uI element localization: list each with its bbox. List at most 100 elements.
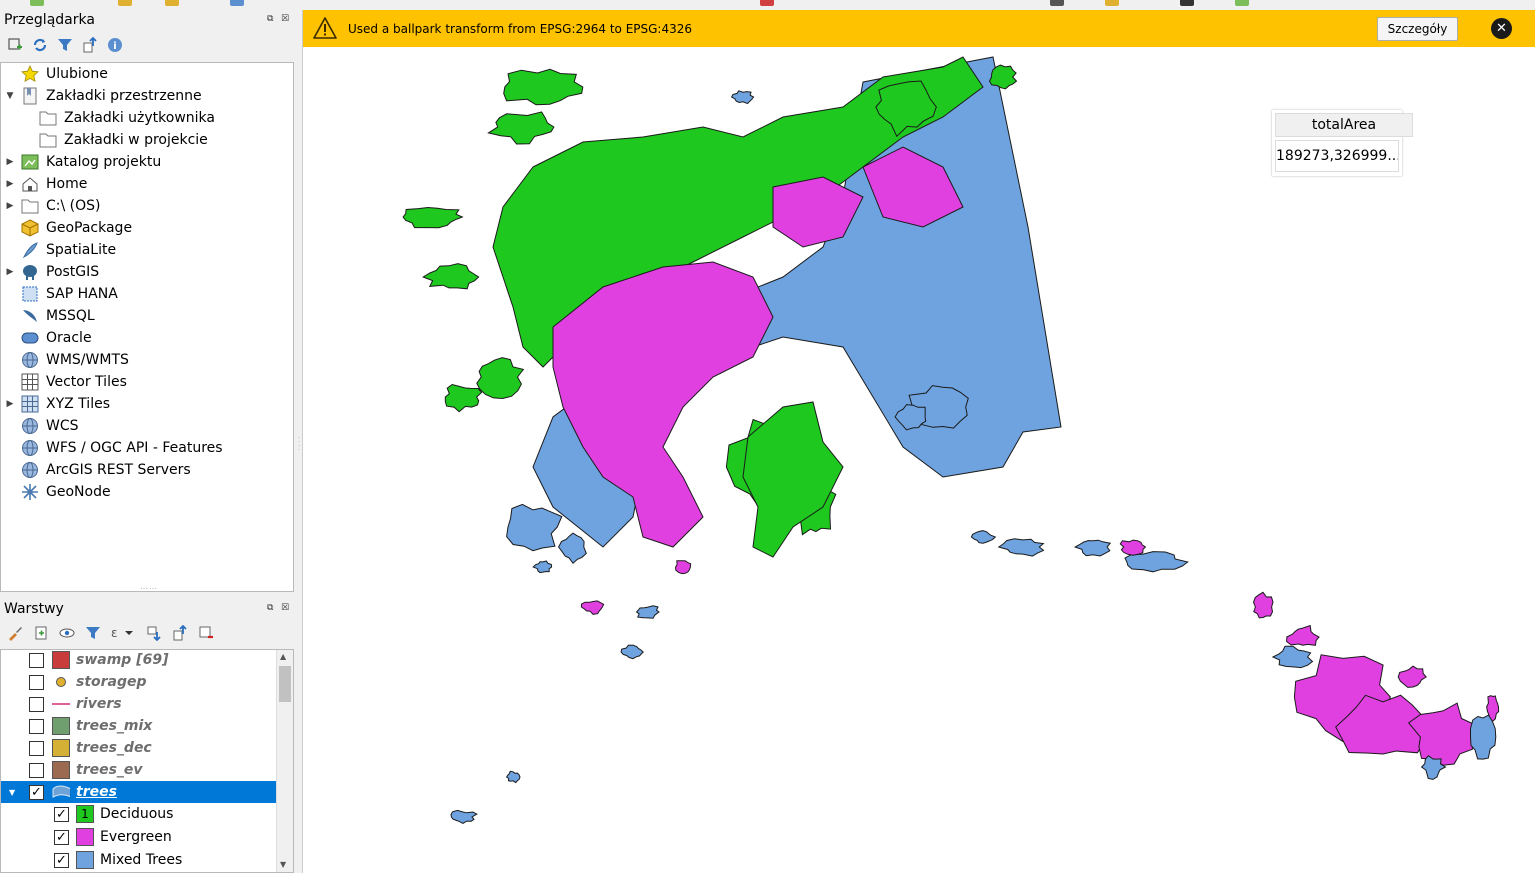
details-button[interactable]: Szczegóły (1377, 17, 1458, 41)
expand-arrow-icon[interactable]: ▶ (5, 179, 15, 189)
evergreen-polygon[interactable] (580, 600, 605, 615)
mixed-trees-polygon[interactable] (730, 90, 755, 105)
browser-item-oracle[interactable]: Oracle (5, 327, 92, 349)
browser-item-wms-wmts[interactable]: WMS/WMTS (5, 349, 129, 371)
layer-item-storagep[interactable]: storagep (1, 671, 277, 693)
toolbar-icon[interactable] (1235, 0, 1249, 6)
mixed-trees-polygon[interactable] (506, 503, 563, 552)
mixed-trees-polygon[interactable] (1470, 714, 1497, 760)
mixed-trees-polygon[interactable] (620, 644, 644, 660)
add-group-icon[interactable] (32, 625, 49, 642)
scrollbar-thumb[interactable] (279, 666, 291, 702)
legend-category-evergreen[interactable]: ✓ Evergreen (1, 826, 277, 848)
close-panel-icon[interactable]: ☒ (281, 603, 289, 613)
close-panel-icon[interactable]: ☒ (281, 14, 289, 24)
browser-item-sap-hana[interactable]: SAP HANA (5, 283, 118, 305)
style-brush-icon[interactable] (6, 625, 23, 642)
toolbar-icon[interactable] (165, 0, 179, 6)
category-visibility-checkbox[interactable]: ✓ (54, 806, 69, 822)
browser-item-wfs-ogc-api-features[interactable]: WFS / OGC API - Features (5, 437, 223, 459)
browser-item-arcgis-rest-servers[interactable]: ArcGIS REST Servers (5, 459, 191, 481)
deciduous-polygon[interactable] (503, 68, 584, 106)
legend-category-deciduous[interactable]: ✓ 1 Deciduous (1, 803, 277, 825)
browser-item-zak-adki-u-ytkownika[interactable]: Zakładki użytkownika (23, 107, 215, 129)
toolbar-icon[interactable] (118, 0, 132, 6)
expand-arrow-icon[interactable]: ▶ (5, 157, 15, 167)
deciduous-polygon[interactable] (402, 206, 464, 229)
attribute-column-header[interactable]: totalArea (1275, 113, 1413, 137)
browser-item-c-os[interactable]: ▶ C:\ (OS) (5, 195, 101, 217)
info-icon[interactable]: i (106, 37, 123, 54)
scroll-down-icon[interactable]: ▼ (280, 860, 286, 869)
category-visibility-checkbox[interactable]: ✓ (54, 852, 69, 868)
browser-item-spatialite[interactable]: SpatiaLite (5, 239, 116, 261)
toolbar-icon[interactable] (1050, 0, 1064, 6)
toolbar-icon[interactable] (1180, 0, 1194, 6)
browser-item-wcs[interactable]: WCS (5, 415, 79, 437)
browser-item-postgis[interactable]: ▶ PostGIS (5, 261, 99, 283)
collapse-arrow-icon[interactable]: ▼ (9, 788, 19, 797)
layer-item-swamp-69[interactable]: swamp [69] (1, 650, 277, 671)
browser-item-mssql[interactable]: MSSQL (5, 305, 95, 327)
browser-item-xyz-tiles[interactable]: ▶ XYZ Tiles (5, 393, 110, 415)
layer-visibility-checkbox[interactable] (29, 674, 44, 690)
close-message-icon[interactable]: ✕ (1491, 18, 1512, 39)
panel-splitter[interactable]: ⋯⋯ (140, 584, 158, 593)
deciduous-polygon[interactable] (444, 383, 483, 413)
toolbar-icon[interactable] (760, 0, 774, 6)
browser-item-vector-tiles[interactable]: Vector Tiles (5, 371, 127, 393)
deciduous-polygon[interactable] (422, 263, 480, 290)
map-canvas[interactable]: Used a ballpark transform from EPSG:2964… (302, 10, 1535, 873)
float-panel-icon[interactable]: ⧉ (267, 603, 273, 613)
evergreen-polygon[interactable] (1252, 591, 1274, 619)
layer-visibility-checkbox[interactable] (29, 696, 44, 712)
collapse-all-icon[interactable] (171, 625, 188, 642)
browser-item-katalog-projektu[interactable]: ▶ Katalog projektu (5, 151, 162, 173)
dock-splitter-handle[interactable]: · · · · (298, 435, 300, 454)
browser-item-home[interactable]: ▶ Home (5, 173, 88, 195)
layer-visibility-checkbox[interactable]: ✓ (29, 784, 44, 800)
expand-arrow-icon[interactable]: ▶ (5, 399, 15, 409)
layer-visibility-checkbox[interactable] (29, 762, 44, 778)
browser-item-geopackage[interactable]: GeoPackage (5, 217, 132, 239)
refresh-icon[interactable] (31, 37, 48, 54)
evergreen-polygon[interactable] (1397, 665, 1427, 688)
layer-item-rivers[interactable]: rivers (1, 693, 277, 715)
layer-item-trees-mix[interactable]: trees_mix (1, 715, 277, 737)
expand-arrow-icon[interactable]: ▶ (5, 267, 15, 277)
browser-item-zak-adki-przestrzenne[interactable]: ▼ Zakładki przestrzenne (5, 85, 202, 107)
legend-category-mixed-trees[interactable]: ✓ Mixed Trees (1, 849, 277, 871)
layer-visibility-checkbox[interactable] (29, 718, 44, 734)
evergreen-polygon[interactable] (1119, 539, 1147, 556)
deciduous-polygon[interactable] (487, 111, 555, 145)
attribute-value-cell[interactable]: 189273,326999... (1275, 140, 1399, 172)
layer-item-trees-dec[interactable]: trees_dec (1, 737, 277, 759)
filter-expression-icon[interactable]: ε (110, 625, 136, 642)
browser-item-zak-adki-w-projekcie[interactable]: Zakładki w projekcie (23, 129, 208, 151)
layers-scrollbar[interactable]: ▲ ▼ (276, 650, 293, 872)
evergreen-polygon[interactable] (675, 560, 692, 575)
layer-item-trees[interactable]: ▼ ✓ trees (1, 781, 277, 803)
expand-all-icon[interactable] (145, 625, 162, 642)
float-panel-icon[interactable]: ⧉ (267, 14, 273, 24)
mixed-trees-polygon[interactable] (635, 605, 660, 619)
toolbar-icon[interactable] (1105, 0, 1119, 6)
layer-visibility-checkbox[interactable] (29, 652, 44, 668)
collapse-all-icon[interactable] (81, 37, 98, 54)
filter-icon[interactable] (56, 37, 73, 54)
category-visibility-checkbox[interactable]: ✓ (54, 829, 69, 845)
mixed-trees-polygon[interactable] (1271, 645, 1314, 669)
attribute-table-popup[interactable]: totalArea 189273,326999... (1272, 110, 1413, 176)
mixed-trees-polygon[interactable] (997, 538, 1045, 557)
toolbar-icon[interactable] (30, 0, 44, 6)
remove-layer-icon[interactable] (197, 625, 214, 642)
expand-arrow-icon[interactable]: ▶ (5, 201, 15, 211)
mixed-trees-polygon[interactable] (505, 770, 521, 784)
layer-item-trees-ev[interactable]: trees_ev (1, 759, 277, 781)
filter-legend-icon[interactable] (84, 625, 101, 642)
mixed-trees-polygon[interactable] (1073, 539, 1112, 557)
expand-arrow-icon[interactable]: ▼ (5, 91, 15, 101)
toolbar-icon[interactable] (230, 0, 244, 6)
evergreen-polygon[interactable] (1286, 624, 1320, 646)
visibility-eye-icon[interactable] (58, 625, 75, 642)
